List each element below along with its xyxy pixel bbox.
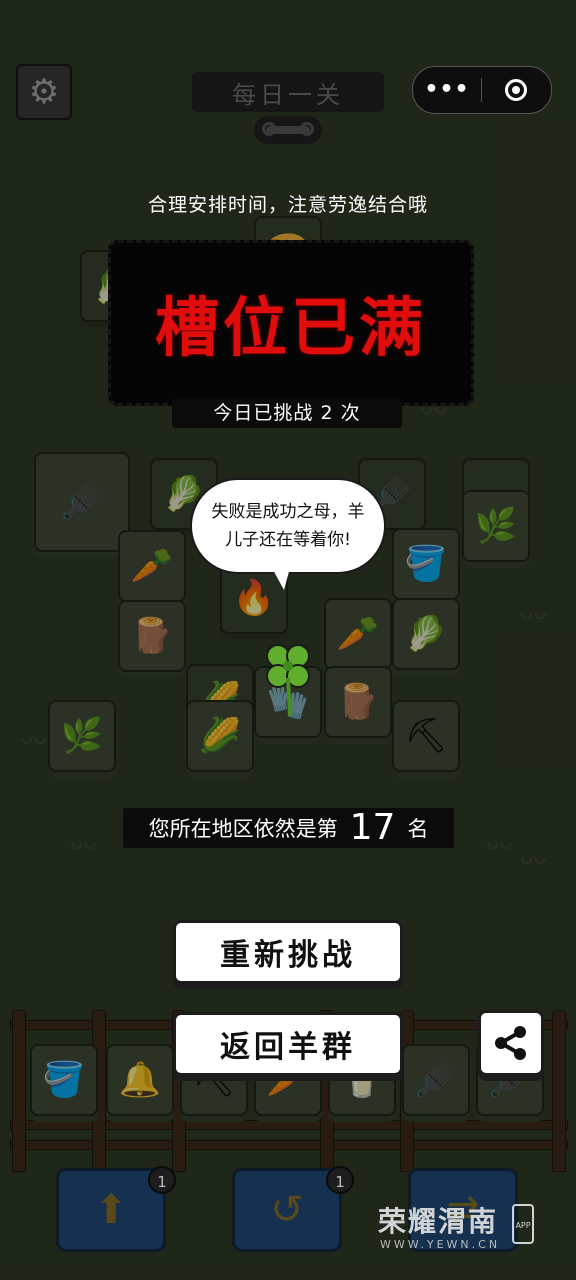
share-button[interactable] (478, 1010, 544, 1076)
clover-icon (266, 644, 310, 717)
watermark-url: WWW.YEWN.CN (380, 1238, 501, 1251)
undo-icon: ↺ (270, 1187, 304, 1233)
rank-suffix: 名 (407, 817, 429, 841)
speech-line-1: 失败是成功之母，羊 (211, 502, 365, 522)
target-close-icon (505, 79, 527, 101)
watermark: 荣耀渭南 WWW.YEWN.CN APP (378, 1200, 538, 1260)
watermark-name: 荣耀渭南 (378, 1205, 499, 1238)
miniprogram-capsule: ••• (412, 66, 552, 114)
undo-count-badge: 1 (326, 1166, 354, 1194)
fail-banner-text: 槽位已满 (155, 292, 427, 366)
share-icon (495, 1026, 526, 1060)
watermark-app-icon: APP (512, 1204, 534, 1244)
attempts-count: 今日已挑战 2 次 (172, 398, 402, 428)
rank-prefix: 您所在地区依然是第 (148, 817, 338, 841)
level-title: 每日一关 (192, 72, 384, 112)
tip-text: 合理安排时间，注意劳逸结合哦 (147, 194, 428, 216)
speech-line-2: 儿子还在等着你! (225, 530, 351, 550)
return-flock-button[interactable]: 返回羊群 (173, 1012, 403, 1076)
link-icon (254, 116, 322, 144)
more-menu-button[interactable]: ••• (413, 67, 481, 113)
rank-number: 17 (349, 807, 396, 848)
gear-icon: ⚙ (28, 72, 60, 112)
fail-banner: 槽位已满 (108, 240, 474, 406)
retry-button[interactable]: 重新挑战 (173, 920, 403, 984)
close-miniprogram-button[interactable] (482, 79, 550, 101)
move-out-count-badge: 1 (148, 1166, 176, 1194)
speech-bubble-tail (272, 568, 290, 590)
move-out-icon: ⬆ (94, 1187, 128, 1233)
settings-button[interactable]: ⚙ (16, 64, 72, 120)
speech-bubble: 失败是成功之母，羊 儿子还在等着你! (190, 478, 386, 574)
rank-bar: 您所在地区依然是第 17 名 (123, 808, 454, 848)
